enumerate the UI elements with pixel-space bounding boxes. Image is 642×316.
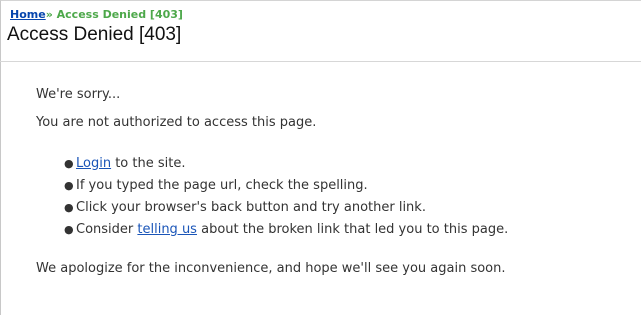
consider-prefix-text: Consider (76, 222, 138, 237)
apology-text: We apologize for the inconvenience, and … (36, 261, 506, 276)
breadcrumb: Home» Access Denied [403] (10, 8, 183, 21)
login-rest-text: to the site. (111, 156, 186, 171)
bullet-icon: ● (64, 223, 74, 236)
list-item: ● Login to the site. (64, 153, 632, 175)
breadcrumb-separator: » (45, 8, 53, 21)
consider-suffix-text: about the broken link that led you to th… (196, 222, 509, 237)
page-title: Access Denied [403] (7, 24, 182, 45)
breadcrumb-current: Access Denied [403] (56, 8, 183, 21)
list-item: ● Click your browser's back button and t… (64, 197, 632, 219)
telling-us-link[interactable]: telling us (137, 222, 197, 237)
bullet-icon: ● (64, 179, 74, 192)
error-content: We're sorry... You are not authorized to… (36, 87, 632, 277)
list-item: ● Consider telling us about the broken l… (64, 219, 632, 241)
login-link[interactable]: Login (76, 156, 111, 171)
title-divider (0, 61, 641, 62)
suggestions-list: ● Login to the site. ● If you typed the … (36, 153, 632, 241)
typed-url-text: If you typed the page url, check the spe… (76, 178, 368, 193)
bullet-icon: ● (64, 201, 74, 214)
not-authorized-text: You are not authorized to access this pa… (36, 115, 317, 130)
breadcrumb-home-link[interactable]: Home (10, 8, 46, 21)
bullet-icon: ● (64, 157, 74, 170)
back-button-text: Click your browser's back button and try… (76, 200, 426, 215)
sorry-text: We're sorry... (36, 87, 121, 102)
list-item: ● If you typed the page url, check the s… (64, 175, 632, 197)
